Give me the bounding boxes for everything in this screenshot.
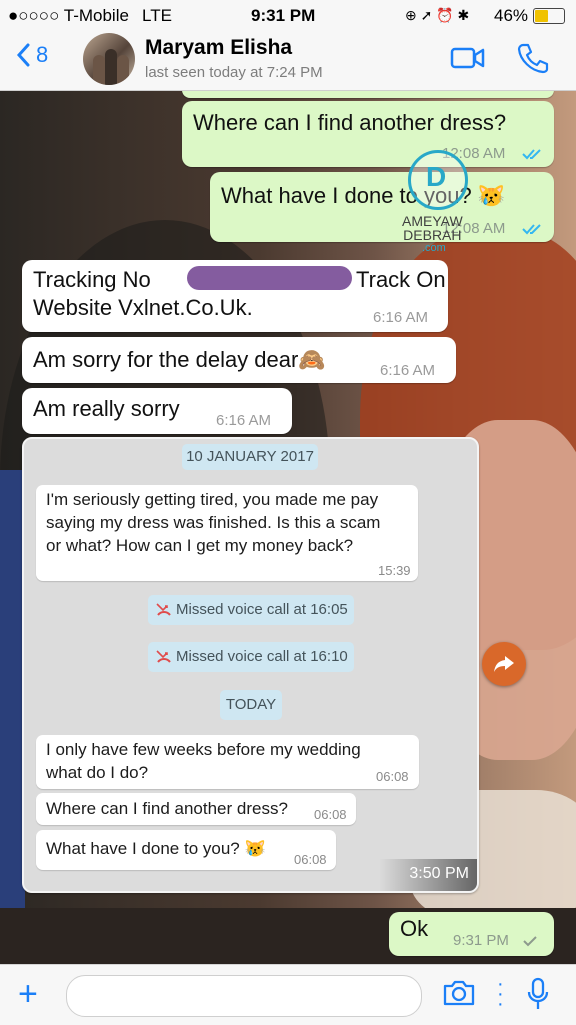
chat-header: 8 Maryam Elisha last seen today at 7:24 … bbox=[0, 30, 576, 91]
missed-call-notice: Missed voice call at 16:10 bbox=[148, 642, 354, 672]
battery-percent: 46% bbox=[494, 6, 529, 25]
message-text: Website Vxlnet.Co.Uk. bbox=[33, 295, 253, 320]
missed-call-icon bbox=[156, 650, 171, 663]
last-seen-status: last seen today at 7:24 PM bbox=[145, 64, 323, 81]
avatar[interactable] bbox=[83, 33, 135, 85]
message-bubble[interactable]: Tracking No Track On Website Vxlnet.Co.U… bbox=[22, 260, 448, 332]
watermark-logo: D bbox=[408, 150, 468, 210]
message-text-prefix: Tracking No bbox=[33, 267, 151, 292]
message-time: 6:16 AM bbox=[216, 412, 272, 429]
image-message-screenshot[interactable]: 10 JANUARY 2017 I'm seriously getting ti… bbox=[22, 437, 479, 893]
back-button[interactable]: 8 bbox=[16, 42, 48, 68]
status-icons: ⊕ ➚ ⏰ ✱ bbox=[405, 7, 470, 23]
status-bar: ●○○○○ T-Mobile LTE 9:31 PM ⊕ ➚ ⏰ ✱ 46% bbox=[0, 0, 576, 30]
message-text: Am sorry for the delay dear🙈 bbox=[33, 347, 326, 372]
message-time: 9:31 PM bbox=[453, 932, 509, 949]
network-label: LTE bbox=[142, 6, 172, 25]
image-timestamp: 3:50 PM bbox=[379, 859, 477, 891]
message-time: 6:16 AM bbox=[373, 309, 429, 326]
message-text-suffix: Track On bbox=[356, 267, 446, 292]
read-receipt-icon bbox=[522, 224, 541, 235]
embedded-message: What have I done to you? 😿 06:08 bbox=[36, 830, 336, 870]
watermark-domain: .com bbox=[422, 242, 446, 254]
date-chip: 10 JANUARY 2017 bbox=[182, 444, 318, 470]
date-chip: TODAY bbox=[220, 690, 282, 720]
redaction-mark bbox=[187, 266, 352, 290]
message-text: Ok bbox=[400, 916, 429, 941]
video-call-icon[interactable] bbox=[450, 46, 486, 70]
message-text: Am really sorry bbox=[33, 396, 180, 421]
delivered-check-icon bbox=[523, 936, 537, 947]
message-bubble[interactable]: Where can I find another dress? 12:08 AM bbox=[182, 101, 554, 167]
missed-call-notice: Missed voice call at 16:05 bbox=[148, 595, 354, 625]
camera-icon[interactable] bbox=[442, 979, 476, 1007]
message-bubble[interactable]: Ok 9:31 PM bbox=[389, 912, 554, 956]
forward-button[interactable] bbox=[482, 642, 526, 686]
embedded-message: Where can I find another dress? 06:08 bbox=[36, 793, 356, 825]
battery-icon bbox=[533, 8, 565, 24]
mic-icon[interactable] bbox=[526, 977, 550, 1011]
status-time: 9:31 PM bbox=[251, 6, 316, 25]
message-input[interactable] bbox=[66, 975, 422, 1017]
message-bubble[interactable]: What have I done to you? 😿 12:08 AM bbox=[210, 172, 554, 242]
embedded-message: I'm seriously getting tired, you made me… bbox=[36, 485, 418, 581]
contact-name[interactable]: Maryam Elisha bbox=[145, 36, 292, 60]
more-icon[interactable]: · · · bbox=[497, 974, 504, 1014]
carrier-label: ●○○○○ T-Mobile bbox=[8, 6, 129, 25]
missed-call-icon bbox=[156, 603, 171, 616]
message-bubble[interactable]: Am really sorry 6:16 AM bbox=[22, 388, 292, 434]
watermark-text: AMEYAW DEBRAH bbox=[402, 213, 463, 243]
message-text: Where can I find another dress? bbox=[193, 110, 507, 135]
phone-icon[interactable] bbox=[516, 41, 550, 75]
message-composer: + · · · bbox=[0, 964, 576, 1025]
unread-count: 8 bbox=[36, 42, 49, 67]
embedded-message: I only have few weeks before my wedding … bbox=[36, 735, 419, 789]
chevron-left-icon bbox=[16, 43, 30, 67]
message-bubble[interactable]: Am sorry for the delay dear🙈 6:16 AM bbox=[22, 337, 456, 383]
read-receipt-icon bbox=[522, 149, 541, 160]
plus-icon[interactable]: + bbox=[18, 977, 38, 1011]
message-time: 6:16 AM bbox=[380, 362, 436, 379]
forward-icon bbox=[494, 656, 514, 672]
